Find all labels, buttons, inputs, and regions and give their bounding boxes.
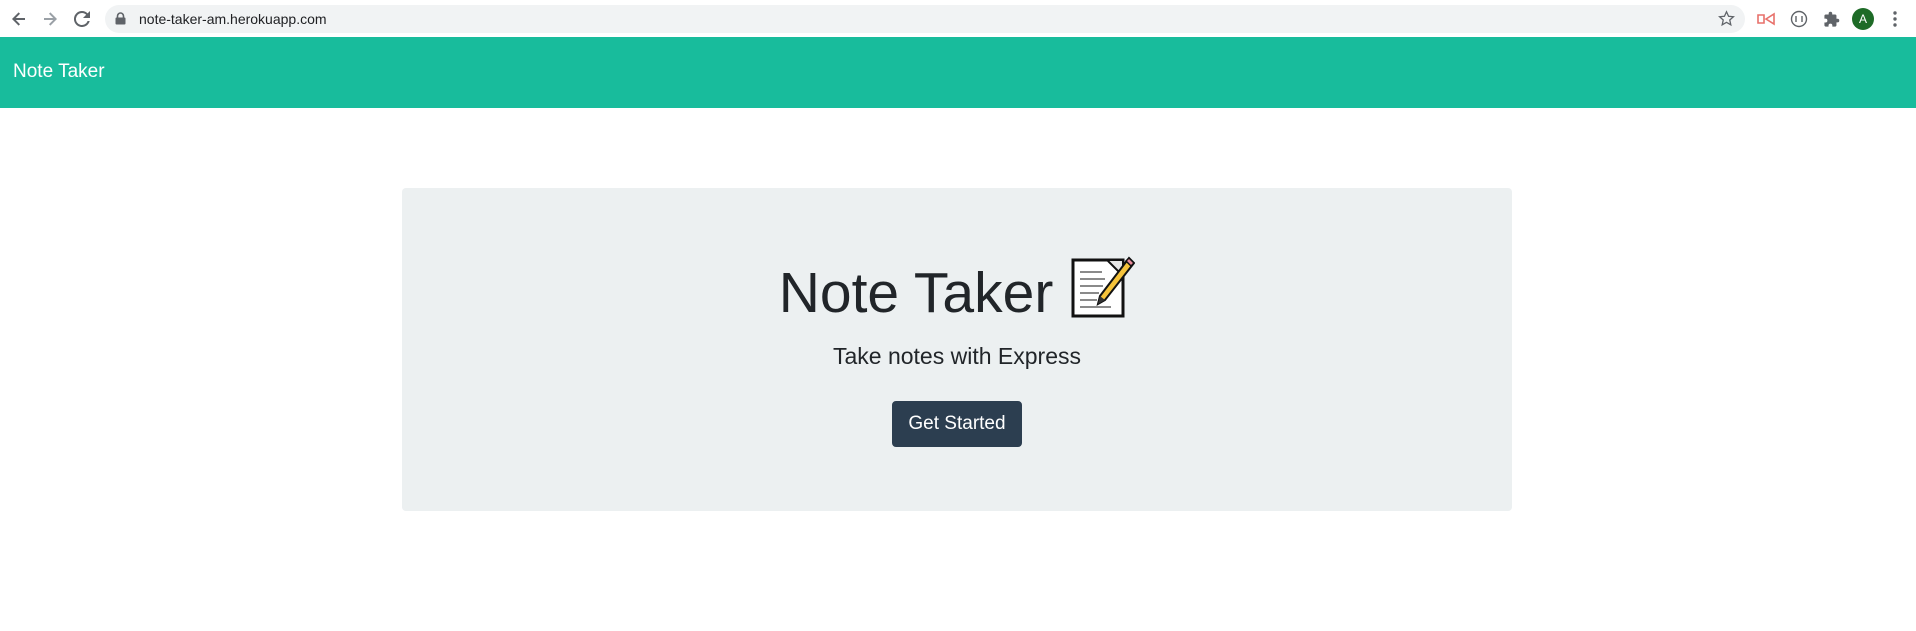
browser-toolbar: note-taker-am.herokuapp.com A bbox=[0, 0, 1916, 37]
forward-arrow-icon[interactable] bbox=[38, 7, 62, 31]
navbar-brand[interactable]: Note Taker bbox=[13, 61, 105, 83]
hero-jumbotron: Note Taker Take notes with Express Get S bbox=[402, 188, 1512, 511]
reload-icon[interactable] bbox=[70, 7, 94, 31]
get-started-button[interactable]: Get Started bbox=[892, 401, 1022, 447]
browser-menu-icon[interactable] bbox=[1884, 8, 1906, 30]
app-navbar: Note Taker bbox=[0, 37, 1916, 108]
address-bar[interactable]: note-taker-am.herokuapp.com bbox=[105, 5, 1745, 33]
back-arrow-icon[interactable] bbox=[7, 7, 31, 31]
extension-circle-icon[interactable] bbox=[1788, 8, 1810, 30]
memo-icon bbox=[1069, 254, 1136, 331]
profile-avatar[interactable]: A bbox=[1852, 8, 1874, 30]
bookmark-star-icon[interactable] bbox=[1718, 10, 1735, 32]
hero-title: Note Taker bbox=[402, 254, 1512, 331]
extension-cast-icon[interactable] bbox=[1755, 8, 1777, 30]
lock-icon[interactable] bbox=[115, 12, 126, 30]
extensions-puzzle-icon[interactable] bbox=[1820, 8, 1842, 30]
hero-subtitle: Take notes with Express bbox=[832, 343, 1081, 369]
url-text[interactable]: note-taker-am.herokuapp.com bbox=[139, 10, 327, 28]
hero-title-text: Note Taker bbox=[778, 260, 1054, 325]
